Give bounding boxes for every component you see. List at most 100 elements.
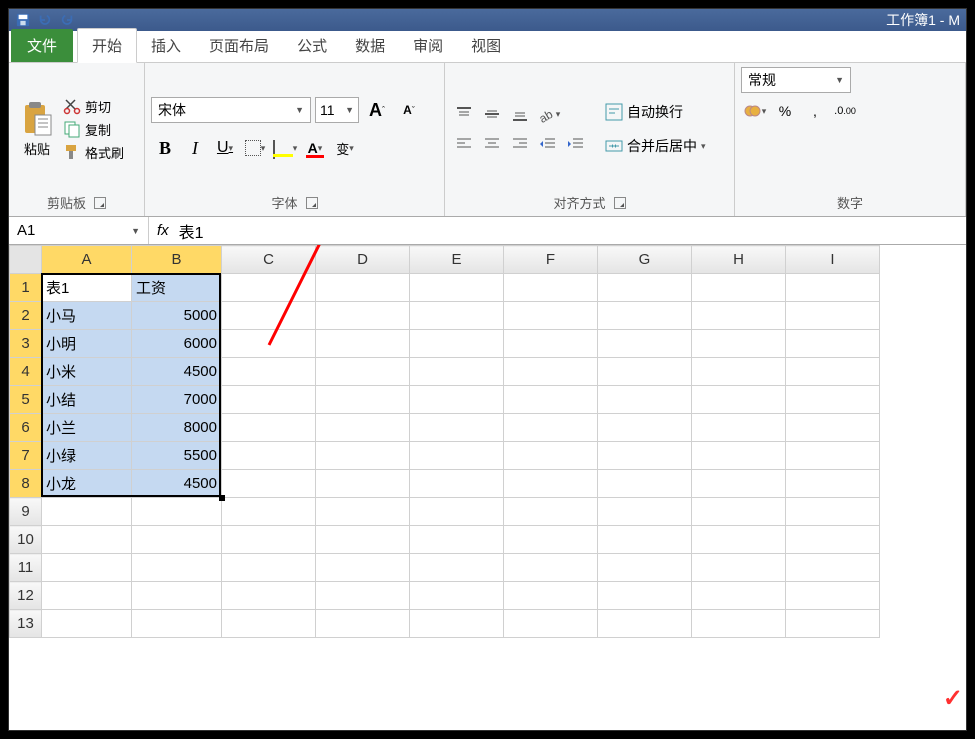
cell-G3[interactable]	[598, 330, 692, 358]
cell-F3[interactable]	[504, 330, 598, 358]
cell-D10[interactable]	[316, 526, 410, 554]
cell-E12[interactable]	[410, 582, 504, 610]
cell-I10[interactable]	[786, 526, 880, 554]
cell-E5[interactable]	[410, 386, 504, 414]
select-all-corner[interactable]	[10, 246, 42, 274]
align-center-button[interactable]	[479, 133, 505, 155]
cell-H7[interactable]	[692, 442, 786, 470]
cell-A1[interactable]: 表1	[42, 274, 132, 302]
cell-F13[interactable]	[504, 610, 598, 638]
file-tab[interactable]: 文件	[11, 29, 73, 62]
cell-B4[interactable]: 4500	[132, 358, 222, 386]
col-header-A[interactable]: A	[42, 246, 132, 274]
underline-button[interactable]: U▾	[211, 135, 239, 161]
cell-C7[interactable]	[222, 442, 316, 470]
bold-button[interactable]: B	[151, 135, 179, 161]
cell-C5[interactable]	[222, 386, 316, 414]
col-header-H[interactable]: H	[692, 246, 786, 274]
cell-B11[interactable]	[132, 554, 222, 582]
cell-G11[interactable]	[598, 554, 692, 582]
cell-H11[interactable]	[692, 554, 786, 582]
cell-A2[interactable]: 小马	[42, 302, 132, 330]
cell-C4[interactable]	[222, 358, 316, 386]
cell-A7[interactable]: 小绿	[42, 442, 132, 470]
row-header-2[interactable]: 2	[10, 302, 42, 330]
col-header-E[interactable]: E	[410, 246, 504, 274]
cell-D13[interactable]	[316, 610, 410, 638]
row-header-12[interactable]: 12	[10, 582, 42, 610]
cell-F1[interactable]	[504, 274, 598, 302]
cell-B2[interactable]: 5000	[132, 302, 222, 330]
cell-B5[interactable]: 7000	[132, 386, 222, 414]
paste-button[interactable]: 粘贴	[15, 67, 59, 191]
cell-C10[interactable]	[222, 526, 316, 554]
cell-I1[interactable]	[786, 274, 880, 302]
col-header-C[interactable]: C	[222, 246, 316, 274]
cell-D7[interactable]	[316, 442, 410, 470]
cell-F9[interactable]	[504, 498, 598, 526]
save-icon[interactable]	[13, 11, 33, 29]
row-header-4[interactable]: 4	[10, 358, 42, 386]
row-header-10[interactable]: 10	[10, 526, 42, 554]
cell-C9[interactable]	[222, 498, 316, 526]
cell-B6[interactable]: 8000	[132, 414, 222, 442]
cell-H10[interactable]	[692, 526, 786, 554]
cell-D3[interactable]	[316, 330, 410, 358]
cell-H12[interactable]	[692, 582, 786, 610]
row-header-3[interactable]: 3	[10, 330, 42, 358]
cell-A3[interactable]: 小明	[42, 330, 132, 358]
cell-H9[interactable]	[692, 498, 786, 526]
cell-I4[interactable]	[786, 358, 880, 386]
cell-E10[interactable]	[410, 526, 504, 554]
cell-H4[interactable]	[692, 358, 786, 386]
align-left-button[interactable]	[451, 133, 477, 155]
cell-I13[interactable]	[786, 610, 880, 638]
cell-C1[interactable]	[222, 274, 316, 302]
cell-H1[interactable]	[692, 274, 786, 302]
cell-I12[interactable]	[786, 582, 880, 610]
cell-F5[interactable]	[504, 386, 598, 414]
cell-E8[interactable]	[410, 470, 504, 498]
font-color-button[interactable]: A▾	[301, 135, 329, 161]
cell-F8[interactable]	[504, 470, 598, 498]
spreadsheet-grid[interactable]: ABCDEFGHI1表1工资2小马50003小明60004小米45005小结70…	[9, 245, 966, 730]
cell-E9[interactable]	[410, 498, 504, 526]
cell-I7[interactable]	[786, 442, 880, 470]
cell-D9[interactable]	[316, 498, 410, 526]
cell-I8[interactable]	[786, 470, 880, 498]
cell-G6[interactable]	[598, 414, 692, 442]
cell-A12[interactable]	[42, 582, 132, 610]
cell-E4[interactable]	[410, 358, 504, 386]
cell-D4[interactable]	[316, 358, 410, 386]
tab-view[interactable]: 视图	[457, 29, 515, 62]
cell-A8[interactable]: 小龙	[42, 470, 132, 498]
tab-home[interactable]: 开始	[77, 28, 137, 63]
cell-D5[interactable]	[316, 386, 410, 414]
cell-F10[interactable]	[504, 526, 598, 554]
border-button[interactable]: ▾	[241, 135, 269, 161]
cell-E6[interactable]	[410, 414, 504, 442]
row-header-6[interactable]: 6	[10, 414, 42, 442]
cut-button[interactable]: 剪切	[63, 97, 124, 116]
cell-F4[interactable]	[504, 358, 598, 386]
cell-B13[interactable]	[132, 610, 222, 638]
cell-I9[interactable]	[786, 498, 880, 526]
cell-G2[interactable]	[598, 302, 692, 330]
cell-A4[interactable]: 小米	[42, 358, 132, 386]
increase-decimal-button[interactable]: .0.00	[831, 99, 859, 123]
cell-B8[interactable]: 4500	[132, 470, 222, 498]
cell-G5[interactable]	[598, 386, 692, 414]
row-header-1[interactable]: 1	[10, 274, 42, 302]
cell-A10[interactable]	[42, 526, 132, 554]
cell-A11[interactable]	[42, 554, 132, 582]
cell-I11[interactable]	[786, 554, 880, 582]
cell-D2[interactable]	[316, 302, 410, 330]
cell-D11[interactable]	[316, 554, 410, 582]
col-header-I[interactable]: I	[786, 246, 880, 274]
copy-button[interactable]: 复制	[63, 120, 124, 139]
cell-F2[interactable]	[504, 302, 598, 330]
cell-G7[interactable]	[598, 442, 692, 470]
cell-B9[interactable]	[132, 498, 222, 526]
cell-I3[interactable]	[786, 330, 880, 358]
cell-C8[interactable]	[222, 470, 316, 498]
